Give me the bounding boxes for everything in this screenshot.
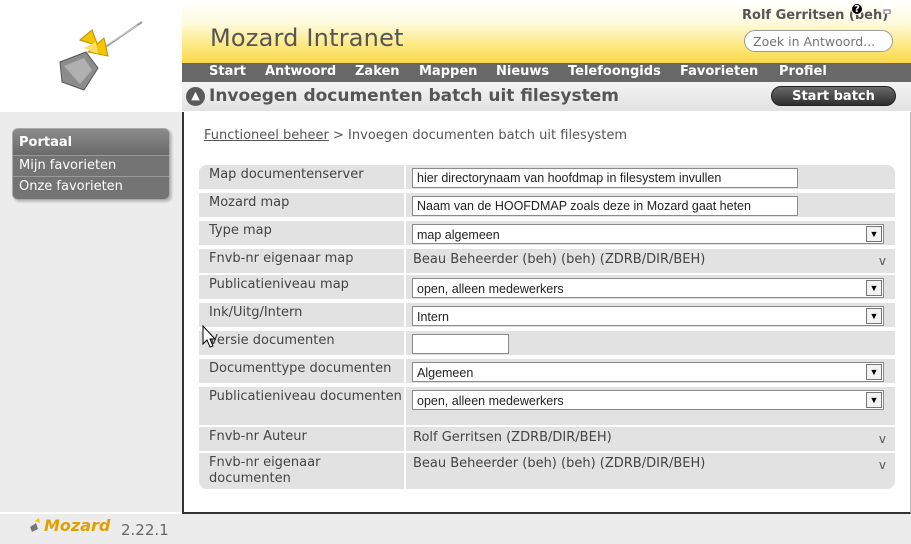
chevron-down-icon[interactable]: ▼: [866, 280, 882, 296]
footer-logo: Mozard: [28, 516, 110, 535]
mozard-map-input[interactable]: [412, 196, 798, 216]
chevron-down-icon[interactable]: ▼: [866, 364, 882, 380]
map-documentenserver-input[interactable]: [412, 168, 798, 188]
field-label: Fnvb-nr eigenaar map: [199, 249, 404, 273]
nav-item-start[interactable]: Start: [209, 64, 246, 79]
search-input[interactable]: [744, 30, 893, 52]
portal-menu-title[interactable]: Portaal: [13, 129, 169, 155]
form-row-fnvb-eigenaar-documenten: Fnvb-nr eigenaar documenten Beau Beheerd…: [199, 453, 895, 489]
select-value: map algemeen: [417, 228, 500, 242]
main-nav: Start Antwoord Zaken Mappen Nieuws Telef…: [182, 63, 911, 82]
chevron-down-icon[interactable]: ▼: [866, 226, 882, 242]
field-value-cell: [406, 165, 895, 189]
nav-item-favorieten[interactable]: Favorieten: [680, 64, 758, 79]
select-value: Algemeen: [417, 366, 474, 380]
form-row-versie-documenten: Versie documenten: [199, 331, 895, 355]
nav-item-antwoord[interactable]: Antwoord: [265, 64, 336, 79]
breadcrumb-current: Invoegen documenten batch uit filesystem: [348, 128, 628, 143]
field-label: Documenttype documenten: [199, 359, 404, 383]
chevron-down-icon[interactable]: ▼: [866, 308, 882, 324]
publicatieniveau-documenten-select[interactable]: open, alleen medewerkers ▼: [412, 390, 884, 410]
field-label: Versie documenten: [199, 331, 404, 355]
form-row-map-documentenserver: Map documentenserver: [199, 165, 895, 189]
breadcrumb-separator: >: [328, 128, 349, 143]
form-row-mozard-map: Mozard map: [199, 193, 895, 217]
form-row-publicatieniveau-map: Publicatieniveau map open, alleen medewe…: [199, 275, 895, 299]
field-label: Publicatieniveau documenten: [199, 387, 404, 425]
publicatieniveau-map-select[interactable]: open, alleen medewerkers ▼: [412, 278, 884, 298]
expand-toggle[interactable]: v: [879, 457, 886, 473]
field-value-cell: Beau Beheerder (beh) (beh) (ZDRB/DIR/BEH…: [406, 453, 895, 489]
mozard-logo-icon: [59, 21, 143, 91]
nav-item-mappen[interactable]: Mappen: [419, 64, 477, 79]
fnvb-eigenaar-documenten-value: Beau Beheerder (beh) (beh) (ZDRB/DIR/BEH…: [413, 456, 706, 471]
form-row-fnvb-auteur: Fnvb-nr Auteur Rolf Gerritsen (ZDRB/DIR/…: [199, 427, 895, 451]
form-row-type-map: Type map map algemeen ▼: [199, 221, 895, 245]
nav-item-nieuws[interactable]: Nieuws: [496, 64, 549, 79]
select-value: open, alleen medewerkers: [417, 282, 564, 296]
help-icon[interactable]: ?: [851, 3, 863, 15]
field-label: Fnvb-nr Auteur: [199, 427, 404, 451]
footer-logo-text: Mozard: [44, 516, 111, 535]
nav-item-zaken[interactable]: Zaken: [355, 64, 400, 79]
form-row-fnvb-eigenaar-map: Fnvb-nr eigenaar map Beau Beheerder (beh…: [199, 249, 895, 273]
back-arrow-icon[interactable]: ▲: [186, 87, 205, 106]
fnvb-auteur-value: Rolf Gerritsen (ZDRB/DIR/BEH): [413, 430, 612, 445]
versie-documenten-input[interactable]: [412, 334, 509, 354]
field-label: Fnvb-nr eigenaar documenten: [199, 453, 404, 489]
select-value: open, alleen medewerkers: [417, 394, 564, 408]
field-label: Ink/Uitg/Intern: [199, 303, 404, 327]
ink-uitg-intern-select[interactable]: Intern ▼: [412, 306, 884, 326]
field-label: Type map: [199, 221, 404, 245]
documenttype-select[interactable]: Algemeen ▼: [412, 362, 884, 382]
field-value-cell: Intern ▼: [406, 303, 895, 327]
form-row-ink-uitg-intern: Ink/Uitg/Intern Intern ▼: [199, 303, 895, 327]
fnvb-eigenaar-map-value: Beau Beheerder (beh) (beh) (ZDRB/DIR/BEH…: [413, 252, 706, 267]
field-value-cell: open, alleen medewerkers ▼: [406, 275, 895, 299]
breadcrumb-link-functioneel-beheer[interactable]: Functioneel beheer: [204, 128, 329, 143]
field-value-cell: [406, 193, 895, 217]
type-map-select[interactable]: map algemeen ▼: [412, 224, 884, 244]
page-title: Invoegen documenten batch uit filesystem: [209, 86, 619, 106]
expand-toggle[interactable]: v: [879, 253, 886, 269]
breadcrumb: Functioneel beheer > Invoegen documenten…: [204, 128, 627, 143]
field-value-cell: Beau Beheerder (beh) (beh) (ZDRB/DIR/BEH…: [406, 249, 895, 273]
nav-item-profiel[interactable]: Profiel: [779, 64, 827, 79]
field-label: Map documentenserver: [199, 165, 404, 189]
mouse-cursor-icon: [202, 324, 217, 353]
portal-menu: Portaal Mijn favorieten Onze favorieten: [12, 128, 170, 200]
field-value-cell: map algemeen ▼: [406, 221, 895, 245]
print-icon[interactable]: [881, 2, 893, 15]
field-value-cell: open, alleen medewerkers ▼: [406, 387, 895, 425]
field-value-cell: [406, 331, 895, 355]
start-batch-button[interactable]: Start batch: [771, 86, 896, 106]
app-title: Mozard Intranet: [210, 24, 404, 52]
form-row-publicatieniveau-documenten: Publicatieniveau documenten open, alleen…: [199, 387, 895, 425]
field-label: Publicatieniveau map: [199, 275, 404, 299]
expand-toggle[interactable]: v: [879, 431, 886, 447]
field-label: Mozard map: [199, 193, 404, 217]
field-value-cell: Algemeen ▼: [406, 359, 895, 383]
version-number: 2.22.1: [121, 521, 169, 539]
chevron-down-icon[interactable]: ▼: [866, 392, 882, 408]
user-name[interactable]: Rolf Gerritsen (beh): [742, 8, 888, 23]
logo-area: [0, 0, 182, 112]
nav-item-telefoongids[interactable]: Telefoongids: [568, 64, 661, 79]
field-value-cell: Rolf Gerritsen (ZDRB/DIR/BEH) v: [406, 427, 895, 451]
menu-item-mijn-favorieten[interactable]: Mijn favorieten: [13, 155, 169, 175]
menu-item-onze-favorieten[interactable]: Onze favorieten: [13, 176, 169, 196]
select-value: Intern: [417, 310, 449, 324]
form-row-documenttype-documenten: Documenttype documenten Algemeen ▼: [199, 359, 895, 383]
